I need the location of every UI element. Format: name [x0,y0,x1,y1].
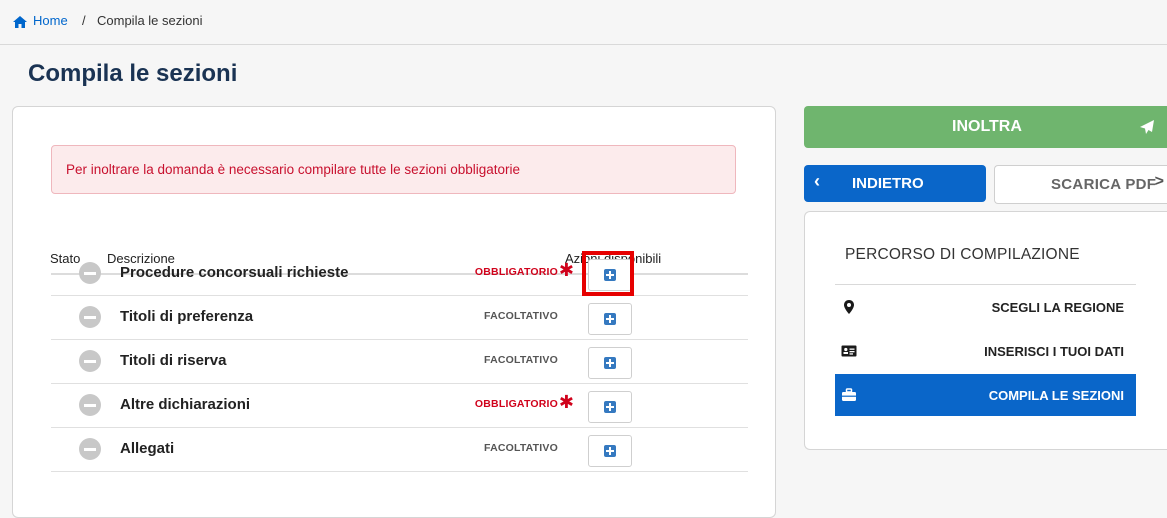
add-section-button[interactable] [588,347,632,379]
breadcrumb-separator: / [82,13,86,28]
download-pdf-button[interactable]: SCARICA PDF > [994,165,1167,204]
section-title: Procedure concorsuali richieste [120,264,349,281]
id-card-icon [841,345,857,357]
section-title: Titoli di preferenza [120,308,254,325]
alert-message: Per inoltrare la domanda è necessario co… [66,162,521,177]
required-asterisk-icon: ✱ [558,260,574,280]
incomplete-status-icon [79,394,101,416]
plus-square-icon [604,401,616,413]
requirement-badge: FACOLTATIVO [484,354,558,366]
table-row: Titoli di riserva FACOLTATIVO [51,339,748,384]
path-step-region[interactable]: SCEGLI LA REGIONE [835,286,1136,328]
plus-square-icon [604,313,616,325]
briefcase-icon [842,388,856,401]
requirement-badge: OBBLIGATORIO [474,398,558,410]
path-step-data[interactable]: INSERISCI I TUOI DATI [835,330,1136,372]
compilation-path-card: PERCORSO DI COMPILAZIONE SCEGLI LA REGIO… [804,211,1167,450]
chevron-right-icon: > [1154,173,1164,190]
add-section-button[interactable] [588,391,632,423]
requirement-badge: OBBLIGATORIO [474,266,558,278]
table-row: Altre dichiarazioni OBBLIGATORIO ✱ [51,383,748,428]
add-section-button[interactable] [588,259,632,291]
breadcrumb: Home / Compila le sezioni [0,0,1167,45]
divider [835,284,1136,285]
incomplete-status-icon [79,306,101,328]
path-step-label: COMPILA LE SEZIONI [988,388,1124,403]
table-row: Titoli di preferenza FACOLTATIVO [51,295,748,340]
chevron-left-icon: ‹ [814,171,820,191]
path-step-label: INSERISCI I TUOI DATI [984,344,1124,359]
path-step-label: SCEGLI LA REGIONE [991,300,1124,315]
incomplete-status-icon [79,350,101,372]
section-title: Allegati [120,440,175,457]
required-asterisk-icon: ✱ [558,392,574,412]
incomplete-status-icon [79,438,101,460]
compilation-path-title: PERCORSO DI COMPILAZIONE [845,246,1080,263]
plus-square-icon [604,445,616,457]
add-section-button[interactable] [588,435,632,467]
table-row: Allegati FACOLTATIVO [51,427,748,472]
back-button-label: INDIETRO [852,175,924,192]
section-title: Titoli di riserva [120,352,227,369]
page-title: Compila le sezioni [28,60,238,87]
add-section-button[interactable] [588,303,632,335]
download-pdf-label: SCARICA PDF [1051,176,1157,193]
section-title: Altre dichiarazioni [120,396,251,413]
submit-button-label: INOLTRA [952,118,1022,135]
map-marker-icon [844,300,854,314]
plus-square-icon [604,357,616,369]
submit-button[interactable]: INOLTRA [804,106,1167,148]
plus-square-icon [604,269,616,281]
back-button[interactable]: ‹ INDIETRO [804,165,986,202]
breadcrumb-current: Compila le sezioni [97,13,203,28]
incomplete-status-icon [79,262,101,284]
paper-plane-icon [1140,120,1154,134]
table-row: Procedure concorsuali richieste OBBLIGAT… [51,251,748,296]
requirement-badge: FACOLTATIVO [484,310,558,322]
requirement-badge: FACOLTATIVO [484,442,558,454]
breadcrumb-home-link[interactable]: Home [33,13,68,28]
home-icon[interactable] [12,15,28,29]
sections-card: Per inoltrare la domanda è necessario co… [12,106,776,518]
path-step-sections[interactable]: COMPILA LE SEZIONI [835,374,1136,416]
required-sections-alert: Per inoltrare la domanda è necessario co… [51,145,736,194]
